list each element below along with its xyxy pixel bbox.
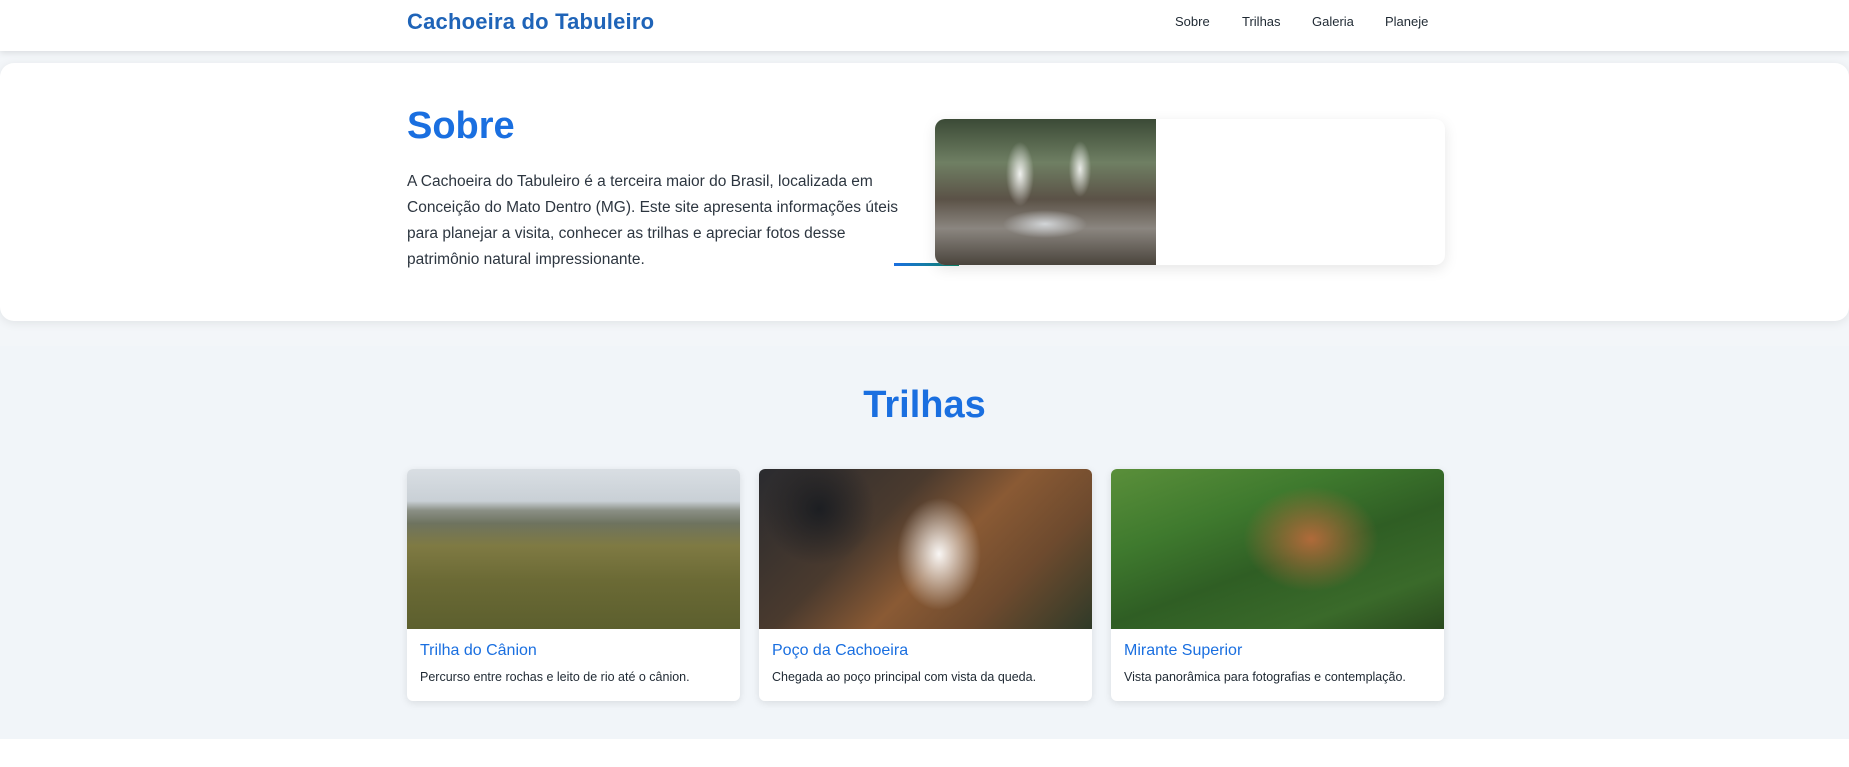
next-section-edge [0,739,1849,767]
trail-card-desc: Vista panorâmica para fotografias e cont… [1124,670,1406,684]
waterfall-pool-photo [759,469,1092,629]
trail-card-poco[interactable]: Poço da Cachoeira Chegada ao poço princi… [759,469,1092,701]
trail-card-mirante[interactable]: Mirante Superior Vista panorâmica para f… [1111,469,1444,701]
main-nav: Sobre Trilhas Galeria Planeje [0,14,1849,34]
trail-card-title: Poço da Cachoeira [772,642,909,659]
nav-link-trilhas[interactable]: Trilhas [1242,14,1281,29]
trail-card-desc: Chegada ao poço principal com vista da q… [772,670,1037,684]
viewpoint-photo [1111,469,1444,629]
trail-card-desc: Percurso entre rochas e leito de rio até… [420,670,690,684]
nav-link-planeje[interactable]: Planeje [1385,14,1428,29]
trail-card-title: Mirante Superior [1124,642,1243,659]
trails-title: Trilhas [863,384,986,426]
nav-link-galeria[interactable]: Galeria [1312,14,1354,29]
about-text: A Cachoeira do Tabuleiro é a terceira ma… [407,173,899,268]
about-title: Sobre [407,105,515,147]
site-header: Cachoeira do Tabuleiro Sobre Trilhas Gal… [0,0,1849,51]
about-image-card [935,119,1445,265]
canyon-trail-photo [407,469,740,629]
trail-card-canion[interactable]: Trilha do Cânion Percurso entre rochas e… [407,469,740,701]
waterfall-photo [935,119,1156,265]
about-section: Sobre A Cachoeira do Tabuleiro é a terce… [0,63,1849,321]
trail-card-title: Trilha do Cânion [420,642,537,659]
nav-link-sobre[interactable]: Sobre [1175,14,1210,29]
